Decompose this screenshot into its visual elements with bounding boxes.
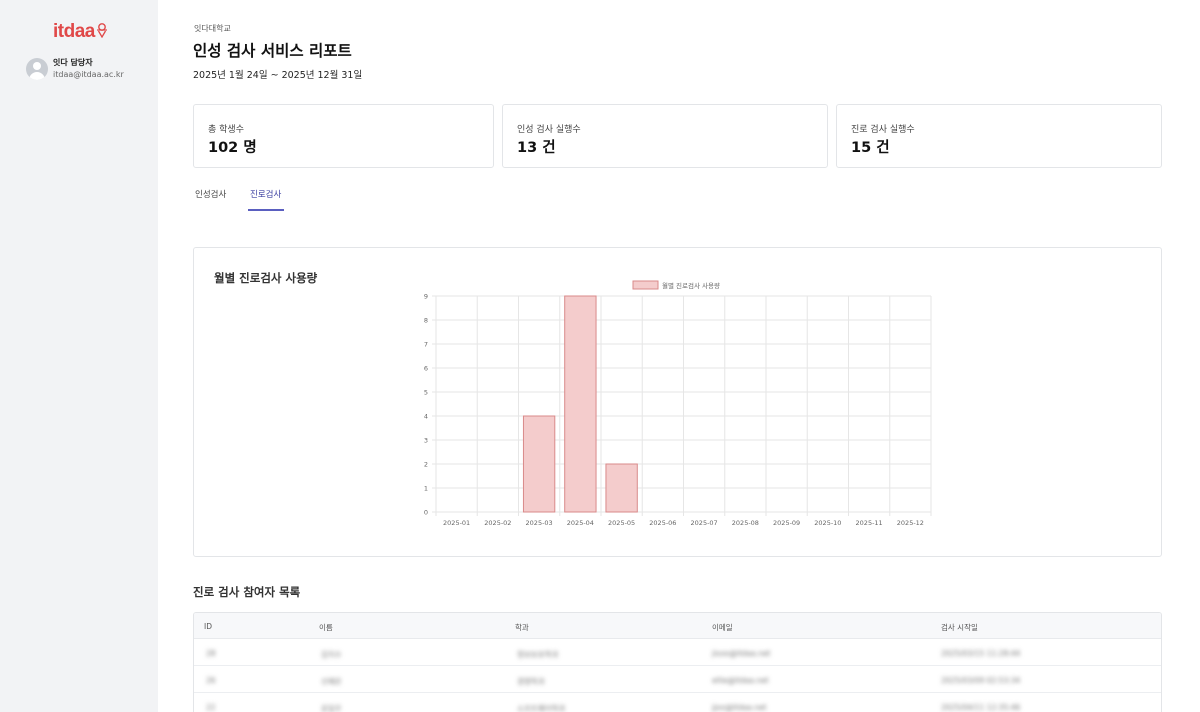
x-tick-label: 2025-09 xyxy=(773,519,800,527)
y-tick-label: 0 xyxy=(424,509,428,517)
school-name: 잇다대학교 xyxy=(194,24,231,33)
x-tick-label: 2025-05 xyxy=(608,519,635,527)
stat-label: 총 학생수 xyxy=(208,125,244,135)
chart-card: 월별 진로검사 사용량 0 1 2 3 4 5 6 7 8 9 2025-01 2025-02 2025… xyxy=(193,247,1162,557)
stat-card-career-tests: 진로 검사 실행수 15 건 xyxy=(836,104,1162,168)
x-tick-label: 2025-12 xyxy=(897,519,924,527)
page-title: 인성 검사 서비스 리포트 xyxy=(193,42,352,60)
stat-card-total-students: 총 학생수 102 명 xyxy=(193,104,494,168)
x-tick-label: 2025-11 xyxy=(856,519,883,527)
stat-label: 진로 검사 실행수 xyxy=(851,125,915,135)
column-header-department[interactable]: 학과 xyxy=(515,622,529,633)
cell-department: 정보보호학과 xyxy=(517,650,559,659)
column-header-name[interactable]: 이름 xyxy=(319,622,333,633)
bar xyxy=(605,463,638,513)
y-tick-label: 1 xyxy=(424,485,428,493)
column-header-id[interactable]: ID xyxy=(204,622,212,631)
user-name: 잇다 담당자 xyxy=(53,58,93,67)
tab-career-test[interactable]: 진로검사 xyxy=(250,188,281,200)
table-header: ID 이름 학과 이메일 검사 시작일 xyxy=(194,613,1161,639)
cell-email: ellie@itdaa.net xyxy=(712,676,769,685)
cell-name: 김지수 xyxy=(321,650,342,659)
cell-start-date: 2025/04/11 12:35:46 xyxy=(941,703,1021,712)
cell-id: 28 xyxy=(206,649,216,658)
x-tick-label: 2025-06 xyxy=(649,519,676,527)
bar xyxy=(564,295,597,513)
user-email: itdaa@itdaa.ac.kr xyxy=(53,70,124,79)
table-row[interactable]: 26 신예은 경영학과 ellie@itdaa.net 2025/03/09 0… xyxy=(194,666,1161,693)
sidebar: itdaa 잇다 담당자 itdaa@itdaa.ac.kr xyxy=(0,0,158,712)
x-tick-label: 2025-08 xyxy=(732,519,759,527)
cell-name: 윤일우 xyxy=(321,704,342,712)
itdaa-logo[interactable]: itdaa xyxy=(53,20,123,44)
x-tick-label: 2025-01 xyxy=(443,519,470,527)
cell-start-date: 2025/03/09 02:53:34 xyxy=(941,676,1021,685)
report-period: 2025년 1월 24일 ~ 2025년 12월 31일 xyxy=(193,70,363,81)
x-tick-label: 2025-10 xyxy=(814,519,841,527)
y-tick-label: 5 xyxy=(424,389,428,397)
cell-id: 22 xyxy=(206,703,216,712)
stat-value: 15 건 xyxy=(851,140,890,156)
cell-id: 26 xyxy=(206,676,216,685)
logo-mark-icon xyxy=(96,23,107,38)
stat-card-personality-tests: 인성 검사 실행수 13 건 xyxy=(502,104,828,168)
y-tick-label: 9 xyxy=(424,293,428,301)
user-profile[interactable]: 잇다 담당자 itdaa@itdaa.ac.kr xyxy=(26,57,124,80)
stat-label: 인성 검사 실행수 xyxy=(517,125,581,135)
logo-text: itdaa xyxy=(53,21,95,42)
table-row[interactable]: 28 김지수 정보보호학과 jisoo@itdaa.net 2025/03/15… xyxy=(194,639,1161,666)
monthly-career-test-chart: 0 1 2 3 4 5 6 7 8 9 2025-01 2025-02 2025-03 2025-04 20… xyxy=(424,280,932,527)
x-tick-label: 2025-04 xyxy=(567,519,594,527)
y-tick-label: 4 xyxy=(424,413,428,421)
x-tick-label: 2025-02 xyxy=(484,519,511,527)
x-tick-label: 2025-07 xyxy=(691,519,718,527)
column-header-start-date[interactable]: 검사 시작일 xyxy=(941,622,978,633)
y-tick-label: 2 xyxy=(424,461,428,469)
y-tick-label: 3 xyxy=(424,437,428,445)
legend-label: 월별 진로검사 사용량 xyxy=(662,281,720,290)
stat-value: 102 명 xyxy=(208,140,257,156)
cell-name: 신예은 xyxy=(321,677,342,686)
participants-list-title: 진로 검사 참여자 목록 xyxy=(193,585,301,599)
cell-department: 소프트웨어학과 xyxy=(517,704,566,712)
bar xyxy=(522,415,556,513)
x-tick-label: 2025-03 xyxy=(526,519,553,527)
y-tick-label: 7 xyxy=(424,341,428,349)
stat-value: 13 건 xyxy=(517,140,556,156)
cell-email: jisoo@itdaa.net xyxy=(712,649,771,658)
cell-start-date: 2025/03/15 11:28:44 xyxy=(941,649,1021,658)
tab-personality-test[interactable]: 인성검사 xyxy=(195,188,226,200)
participants-table: ID 이름 학과 이메일 검사 시작일 28 김지수 정보보호학과 jisoo@… xyxy=(193,612,1162,712)
avatar xyxy=(26,57,48,80)
active-tab-indicator xyxy=(248,209,284,211)
y-tick-label: 6 xyxy=(424,365,428,373)
y-tick-label: 8 xyxy=(424,317,428,325)
cell-email: jjoo@itdaa.net xyxy=(712,703,767,712)
cell-department: 경영학과 xyxy=(517,677,545,686)
table-row[interactable]: 22 윤일우 소프트웨어학과 jjoo@itdaa.net 2025/04/11… xyxy=(194,693,1161,712)
legend-swatch xyxy=(632,280,659,290)
column-header-email[interactable]: 이메일 xyxy=(712,622,733,633)
